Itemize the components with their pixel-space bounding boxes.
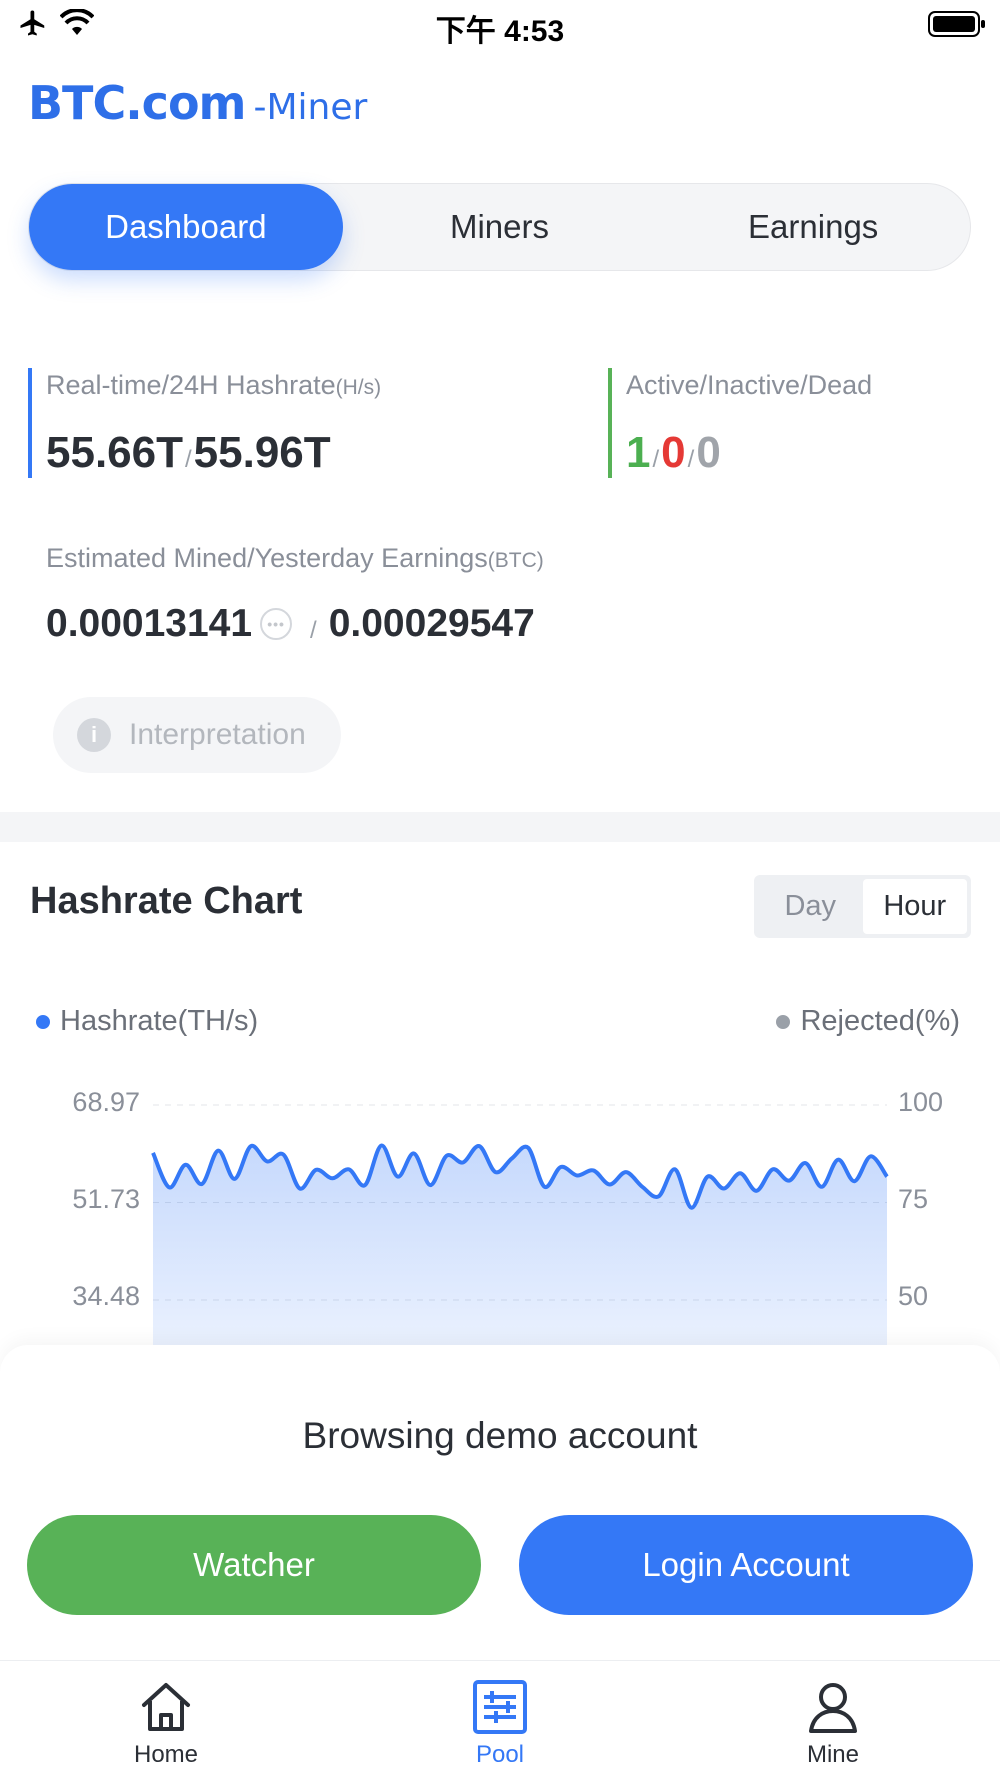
legend-dot-hashrate: [36, 1014, 50, 1029]
legend-rejected[interactable]: Rejected(%): [776, 1005, 960, 1038]
miner-status-value: 1/0/0: [626, 428, 721, 477]
earnings-values: 0.00013141 ••• / 0.00029547: [46, 602, 535, 645]
logo-main: BTC.com: [28, 76, 246, 130]
info-icon: i: [77, 718, 111, 752]
legend-hashrate-label: Hashrate(TH/s): [60, 1005, 259, 1037]
y-left-tick-2: 34.48: [72, 1281, 140, 1311]
main-tabs: Dashboard Miners Earnings: [28, 183, 971, 271]
user-icon: [809, 1683, 857, 1733]
range-selector: Day Hour: [754, 875, 971, 938]
miner-status-accent-bar: [608, 368, 612, 478]
hashrate-accent-bar: [28, 368, 32, 478]
range-day[interactable]: Day: [758, 879, 863, 934]
status-time: 下午 4:53: [435, 15, 565, 48]
bottom-tab-bar: Home Pool Mine: [0, 1660, 1000, 1778]
home-icon: [142, 1683, 190, 1731]
estimated-earnings: 0.00013141: [46, 602, 253, 645]
hashrate-label: Real-time/24H Hashrate(H/s): [46, 370, 382, 400]
legend-rejected-label: Rejected(%): [800, 1005, 960, 1037]
login-account-button[interactable]: Login Account: [519, 1515, 973, 1615]
inactive-count: 0: [661, 428, 686, 477]
miner-status-label: Active/Inactive/Dead: [626, 370, 873, 400]
earnings-label: Estimated Mined/Yesterday Earnings(BTC): [46, 543, 544, 573]
tabbar-mine-label: Mine: [806, 1741, 860, 1768]
y-left-tick-0: 68.97: [72, 1087, 140, 1117]
tabbar-pool-label: Pool: [475, 1741, 525, 1768]
logo-sub: -Miner: [253, 87, 368, 128]
more-icon[interactable]: •••: [260, 608, 293, 640]
hashrate-area: [153, 1145, 887, 1350]
tab-miners[interactable]: Miners: [343, 184, 657, 270]
legend-dot-rejected: [776, 1014, 791, 1029]
y-right-tick-1: 75: [898, 1184, 929, 1214]
app-logo: BTC.com -Miner: [28, 76, 367, 130]
legend-hashrate[interactable]: Hashrate(TH/s): [36, 1005, 258, 1038]
active-count: 1: [626, 428, 651, 477]
demo-account-sheet: Browsing demo account Watcher Login Acco…: [0, 1345, 1000, 1660]
y-right-tick-0: 100: [898, 1087, 944, 1117]
tab-dashboard[interactable]: Dashboard: [29, 184, 343, 270]
dead-count: 0: [696, 428, 721, 477]
miner-status-stat: Active/Inactive/Dead 1/0/0: [608, 368, 988, 478]
interpretation-label: Interpretation: [129, 718, 306, 751]
y-right-tick-2: 50: [898, 1281, 929, 1311]
hashrate-24h: 55.96T: [193, 428, 331, 477]
range-hour[interactable]: Hour: [862, 879, 967, 934]
hashrate-stat: Real-time/24H Hashrate(H/s) 55.66T/55.96…: [28, 368, 568, 478]
chart-title: Hashrate Chart: [30, 880, 303, 922]
section-divider: [0, 812, 1000, 842]
status-bar: 下午 4:53: [0, 0, 1000, 50]
app-screen: 下午 4:53 BTC.com -Miner Dashboard Miners …: [0, 0, 1000, 1778]
yesterday-earnings: 0.00029547: [328, 602, 535, 645]
tab-earnings[interactable]: Earnings: [656, 184, 970, 270]
y-left-tick-1: 51.73: [72, 1184, 140, 1214]
hashrate-chart: 68.97 51.73 34.48 100 75 50: [0, 1080, 1000, 1350]
pool-icon: [473, 1680, 527, 1734]
hashrate-realtime: 55.66T: [46, 428, 183, 477]
battery-icon: [928, 10, 986, 43]
tabbar-mine[interactable]: Mine: [753, 1661, 913, 1778]
sheet-title: Browsing demo account: [302, 1415, 698, 1456]
tabbar-home[interactable]: Home: [86, 1661, 246, 1778]
tabbar-home-label: Home: [133, 1741, 199, 1768]
hashrate-value: 55.66T/55.96T: [46, 428, 331, 477]
watcher-button[interactable]: Watcher: [27, 1515, 481, 1615]
chart-svg: [151, 1104, 889, 1350]
interpretation-button[interactable]: i Interpretation: [53, 697, 341, 773]
tabbar-pool[interactable]: Pool: [420, 1661, 580, 1778]
